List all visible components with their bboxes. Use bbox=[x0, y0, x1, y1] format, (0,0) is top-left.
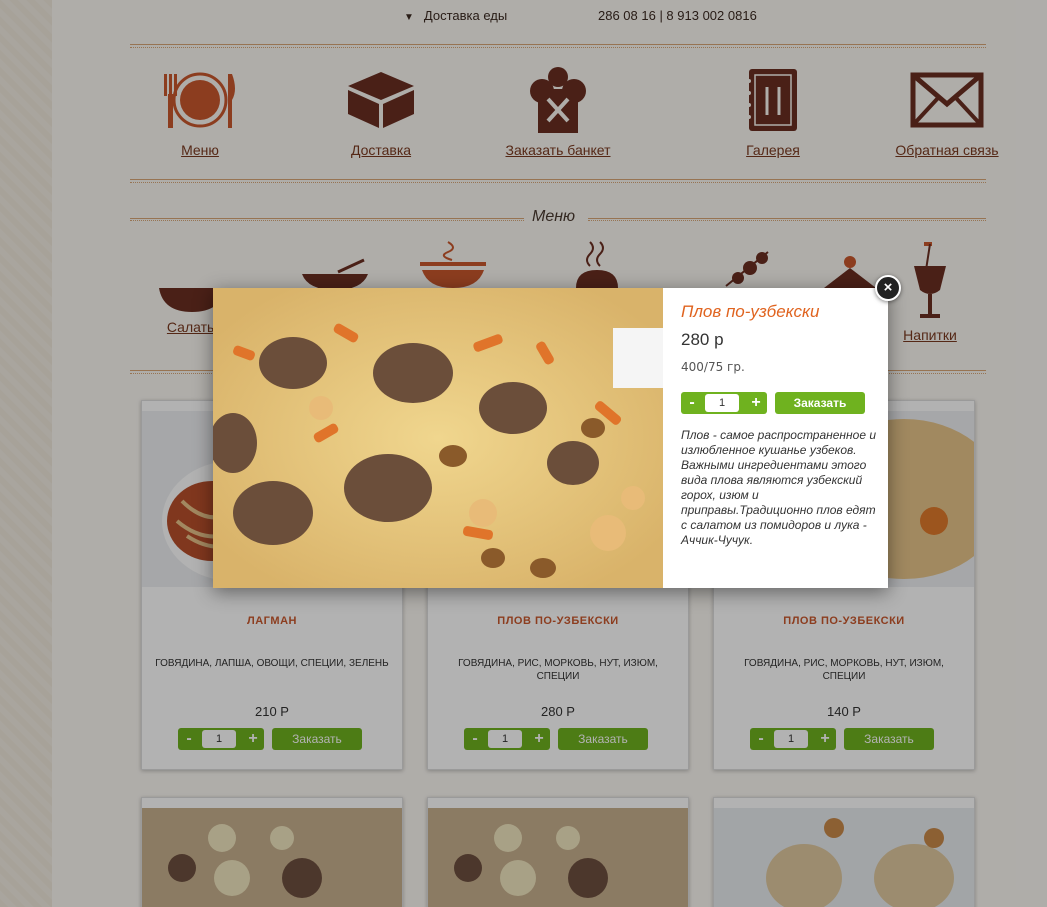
increase-button[interactable]: + bbox=[745, 392, 767, 414]
product-modal: Плов по-узбекски 280 р 400/75 гр. - 1 + … bbox=[213, 288, 888, 588]
modal-title: Плов по-узбекски bbox=[681, 302, 820, 321]
quantity-input[interactable]: 1 bbox=[705, 394, 739, 412]
modal-description: Плов - самое распространенное и излюблен… bbox=[681, 428, 876, 547]
modal-info: Плов по-узбекски 280 р 400/75 гр. - 1 + … bbox=[681, 302, 876, 548]
order-button[interactable]: Заказать bbox=[775, 392, 865, 414]
quantity-stepper: - 1 + bbox=[681, 392, 767, 414]
modal-weight: 400/75 гр. bbox=[681, 360, 745, 374]
modal-product-photo bbox=[213, 288, 663, 588]
modal-price: 280 р bbox=[681, 330, 724, 349]
modal-controls: - 1 + Заказать bbox=[681, 392, 876, 414]
close-icon[interactable]: × bbox=[875, 275, 901, 301]
decrease-button[interactable]: - bbox=[681, 392, 703, 414]
